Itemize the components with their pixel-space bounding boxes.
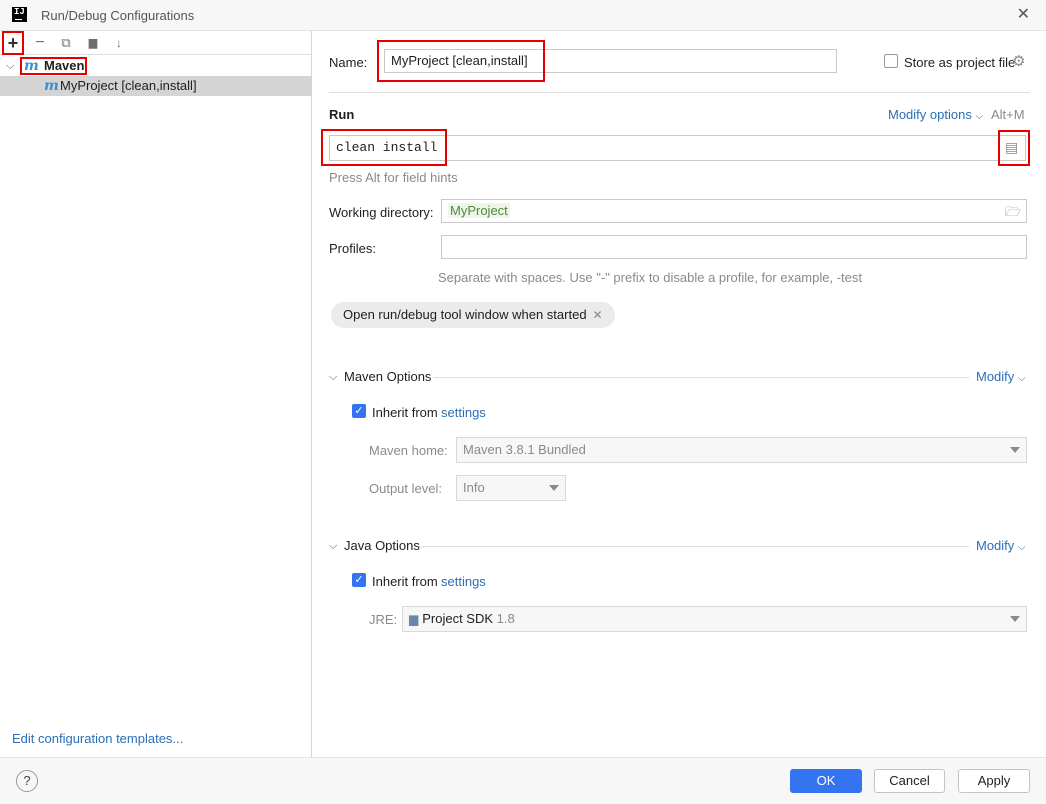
help-button[interactable]: ? xyxy=(16,770,38,792)
chip-label: Open run/debug tool window when started xyxy=(343,307,587,322)
remove-configuration-button[interactable]: − xyxy=(31,34,49,52)
java-options-heading[interactable]: Java Options xyxy=(344,538,420,553)
jre-select[interactable]: ▆ Project SDK 1.8 xyxy=(402,606,1027,632)
working-directory-label: Working directory: xyxy=(329,205,434,220)
store-as-project-file-label: Store as project file xyxy=(904,55,1016,70)
jre-label: JRE: xyxy=(369,612,398,627)
highlight-add-button xyxy=(2,31,24,55)
chevron-down-icon xyxy=(1010,616,1020,622)
configuration-form: Name: MyProject [clean,install] Store as… xyxy=(313,31,1046,757)
maven-inherit-checkbox[interactable]: ✓ xyxy=(352,404,366,418)
open-tool-window-chip[interactable]: Open run/debug tool window when started ✕ xyxy=(331,302,615,328)
divider xyxy=(433,377,969,378)
profiles-field[interactable] xyxy=(441,235,1027,259)
profiles-label: Profiles: xyxy=(329,241,376,256)
maven-options-modify-link[interactable]: Modify ⌵ xyxy=(976,369,1026,384)
output-level-label: Output level: xyxy=(369,481,442,496)
apply-button[interactable]: Apply xyxy=(958,769,1030,793)
maven-options-heading[interactable]: Maven Options xyxy=(344,369,431,384)
highlight-name-field xyxy=(377,40,545,82)
modify-options-shortcut: Alt+M xyxy=(991,107,1025,122)
chevron-down-icon[interactable]: ⌵ xyxy=(329,371,337,384)
working-directory-value: MyProject xyxy=(448,203,510,218)
chevron-down-icon[interactable]: ⌵ xyxy=(329,540,337,553)
tree-toolbar: + − ⧉ ▆ ↓ xyxy=(0,31,312,55)
java-options-modify-link[interactable]: Modify ⌵ xyxy=(976,538,1026,553)
tree-item-myproject[interactable]: m MyProject [clean,install] xyxy=(0,76,311,96)
highlight-expand-icon xyxy=(998,130,1030,166)
configurations-tree-panel: + − ⧉ ▆ ↓ ⌵ m Maven m MyProject [clean,i… xyxy=(0,31,312,757)
tree-item-maven[interactable]: ⌵ m Maven xyxy=(0,56,311,76)
tree-item-label: MyProject [clean,install] xyxy=(60,78,197,93)
intellij-app-icon: IJ xyxy=(12,7,27,22)
maven-icon: m xyxy=(44,78,59,94)
close-icon[interactable]: ✕ xyxy=(1017,5,1030,25)
java-inherit-label: Inherit from xyxy=(372,574,438,589)
jre-version: 1.8 xyxy=(496,611,515,626)
folder-icon[interactable]: 🗁 xyxy=(1005,203,1021,225)
gear-icon[interactable]: ⚙ xyxy=(1012,52,1025,70)
jre-value: Project SDK xyxy=(422,611,494,626)
chevron-down-icon xyxy=(549,485,559,491)
move-to-folder-button[interactable]: ▆ xyxy=(84,34,102,52)
copy-configuration-button[interactable]: ⧉ xyxy=(57,34,75,52)
chevron-down-icon[interactable]: ⌵ xyxy=(6,56,14,76)
dialog-footer: ? OK Cancel Apply xyxy=(0,757,1046,804)
highlight-run-command xyxy=(321,129,447,166)
project-sdk-icon: ▆ xyxy=(409,612,419,626)
maven-settings-link[interactable]: settings xyxy=(441,405,486,420)
ok-button[interactable]: OK xyxy=(790,769,862,793)
output-level-value: Info xyxy=(463,480,485,495)
close-icon[interactable]: ✕ xyxy=(593,308,603,322)
maven-home-select: Maven 3.8.1 Bundled xyxy=(456,437,1027,463)
maven-home-label: Maven home: xyxy=(369,443,448,458)
java-inherit-checkbox[interactable]: ✓ xyxy=(352,573,366,587)
profiles-hint: Separate with spaces. Use "-" prefix to … xyxy=(438,270,862,285)
chevron-down-icon xyxy=(1010,447,1020,453)
cancel-button[interactable]: Cancel xyxy=(874,769,945,793)
run-section-heading: Run xyxy=(329,107,355,122)
divider xyxy=(419,546,969,547)
working-directory-field[interactable]: MyProject xyxy=(441,199,1027,223)
edit-templates-link[interactable]: Edit configuration templates... xyxy=(12,731,183,746)
maven-inherit-label: Inherit from xyxy=(372,405,438,420)
maven-home-value: Maven 3.8.1 Bundled xyxy=(463,442,586,457)
output-level-select: Info xyxy=(456,475,566,501)
store-as-project-file-checkbox[interactable] xyxy=(884,54,898,68)
title-bar: IJ Run/Debug Configurations ✕ xyxy=(0,0,1046,31)
modify-options-link[interactable]: Modify options ⌵ xyxy=(888,107,983,122)
field-hint: Press Alt for field hints xyxy=(329,170,458,185)
highlight-maven xyxy=(20,57,87,75)
name-label: Name: xyxy=(329,55,368,70)
window-title: Run/Debug Configurations xyxy=(41,8,195,23)
sort-configurations-button[interactable]: ↓ xyxy=(110,34,128,52)
divider xyxy=(329,92,1030,93)
java-settings-link[interactable]: settings xyxy=(441,574,486,589)
